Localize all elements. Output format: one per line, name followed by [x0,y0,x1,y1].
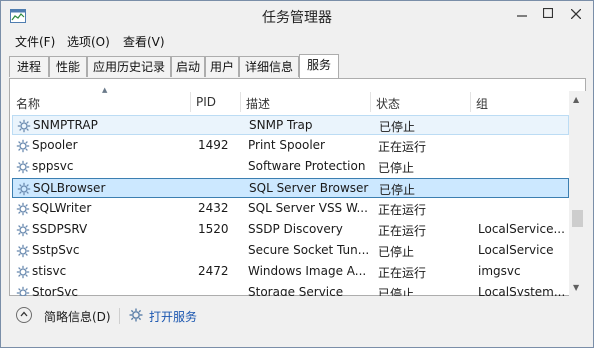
tab-startup[interactable]: 启动 [171,56,205,77]
menu-bar: 文件(F) 选项(O) 查看(V) [1,32,593,52]
service-name: SstpSvc [32,243,80,257]
service-name: SQLBrowser [33,181,106,195]
service-name: SSDPSRV [32,222,88,236]
service-status: 正在运行 [378,203,427,217]
service-row[interactable]: Spooler 1492 Print Spooler 正在运行 [12,136,569,156]
service-name: sppsvc [32,159,74,173]
service-name: stisvc [32,264,67,278]
gear-icon [17,182,31,196]
scroll-down-icon[interactable]: ▼ [573,283,579,292]
column-divider[interactable] [240,92,241,112]
maximize-button[interactable] [537,5,559,25]
menu-options[interactable]: 选项(O) [67,33,110,50]
column-header-group[interactable]: 组 [476,95,488,112]
service-status: 已停止 [378,287,415,296]
service-name: SQLWriter [32,201,92,215]
service-row[interactable]: SstpSvc Secure Socket Tun... 已停止 LocalServi… [12,241,569,261]
gear-icon [16,202,30,216]
service-row[interactable]: SNMPTRAP SNMP Trap 已停止 [12,115,569,135]
service-status: 已停止 [379,120,416,134]
service-row[interactable]: SQLWriter 2432 SQL Server VSS W... 正在运行 [12,199,569,219]
column-divider[interactable] [470,92,471,112]
tab-bar: 进程 性能 应用历史记录 启动 用户 详细信息 服务 [9,54,593,78]
open-services-link[interactable]: 打开服务 [149,308,197,325]
column-header-status[interactable]: 状态 [376,95,400,112]
scrollbar-thumb[interactable] [572,210,583,227]
service-description: Software Protection [248,159,366,173]
maximize-icon [542,7,554,19]
gear-icon [16,139,30,153]
service-description: Print Spooler [248,138,325,152]
service-status: 正在运行 [378,224,427,238]
service-group: LocalService... [478,222,565,236]
service-status: 正在运行 [378,140,427,154]
gear-icon [16,286,30,296]
service-status: 正在运行 [378,266,427,280]
gear-icon [16,265,30,279]
service-group: LocalService [478,243,554,257]
column-header-pid[interactable]: PID [196,95,216,109]
service-description: SQL Server Browser [249,181,369,195]
service-row[interactable]: SQLBrowser SQL Server Browser 已停止 [12,178,569,198]
service-name: StorSvc [32,285,78,296]
services-panel: ▲ 名称 PID 描述 状态 组 SNMPTRAP SNMP Trap 已停止 Spo… [9,78,586,296]
service-description: Storage Service [248,285,344,296]
service-pid: 2432 [198,201,229,215]
vertical-scrollbar[interactable]: ▲ ▼ [569,91,586,296]
scroll-up-icon[interactable]: ▲ [573,95,579,104]
service-name: Spooler [32,138,78,152]
service-description: SNMP Trap [249,118,313,132]
column-divider[interactable] [370,92,371,112]
service-pid: 1492 [198,138,229,152]
service-group: LocalSystem... [478,285,566,296]
tab-app-history[interactable]: 应用历史记录 [87,56,171,77]
menu-view[interactable]: 查看(V) [123,33,165,50]
service-row[interactable]: StorSvc Storage Service 已停止 LocalSystem... [12,283,569,296]
footer-divider [119,308,120,324]
services-list: SNMPTRAP SNMP Trap 已停止 Spooler 1492 Print Spo… [10,113,569,296]
tab-users[interactable]: 用户 [205,56,239,77]
service-status: 已停止 [378,161,415,175]
close-button[interactable] [565,5,587,25]
tab-details[interactable]: 详细信息 [239,56,299,77]
sort-ascending-icon: ▲ [102,86,108,94]
service-description: Windows Image A... [248,264,367,278]
service-row[interactable]: stisvc 2472 Windows Image A... 正在运行 imgsvc [12,262,569,282]
column-divider[interactable] [190,92,191,112]
gear-icon [16,223,30,237]
service-description: Secure Socket Tun... [248,243,370,257]
service-row[interactable]: SSDPSRV 1520 SSDP Discovery 正在运行 LocalServic… [12,220,569,240]
window-title: 任务管理器 [262,10,332,26]
service-status: 已停止 [379,183,416,197]
minimize-button[interactable] [511,5,533,25]
service-description: SSDP Discovery [248,222,343,236]
column-header-description[interactable]: 描述 [246,95,270,112]
service-pid: 2472 [198,264,229,278]
gear-icon [16,244,30,258]
fewer-details-button[interactable]: 简略信息(D) [44,308,111,325]
chevron-up-icon[interactable] [16,307,32,323]
gear-icon [17,119,31,133]
service-description: SQL Server VSS W... [248,201,368,215]
service-pid: 1520 [198,222,229,236]
task-manager-window: 任务管理器 文件(F) 选项(O) 查看(V) 进程 性能 应用历史记录 启动 … [0,0,594,348]
menu-file[interactable]: 文件(F) [15,33,55,50]
tab-performance[interactable]: 性能 [49,56,87,77]
service-row[interactable]: sppsvc Software Protection 已停止 [12,157,569,177]
column-header-name[interactable]: 名称 [16,95,40,112]
gear-icon [16,160,30,174]
footer-bar: 简略信息(D) 打开服务 [1,299,593,347]
chevron-up-glyph [20,311,28,317]
close-icon [570,8,582,20]
service-name: SNMPTRAP [33,118,98,132]
service-group: imgsvc [478,264,521,278]
gear-icon [129,308,143,322]
title-bar[interactable]: 任务管理器 [1,1,593,32]
minimize-icon [517,15,527,17]
tab-services[interactable]: 服务 [299,54,339,78]
service-status: 已停止 [378,245,415,259]
tab-processes[interactable]: 进程 [9,56,49,77]
